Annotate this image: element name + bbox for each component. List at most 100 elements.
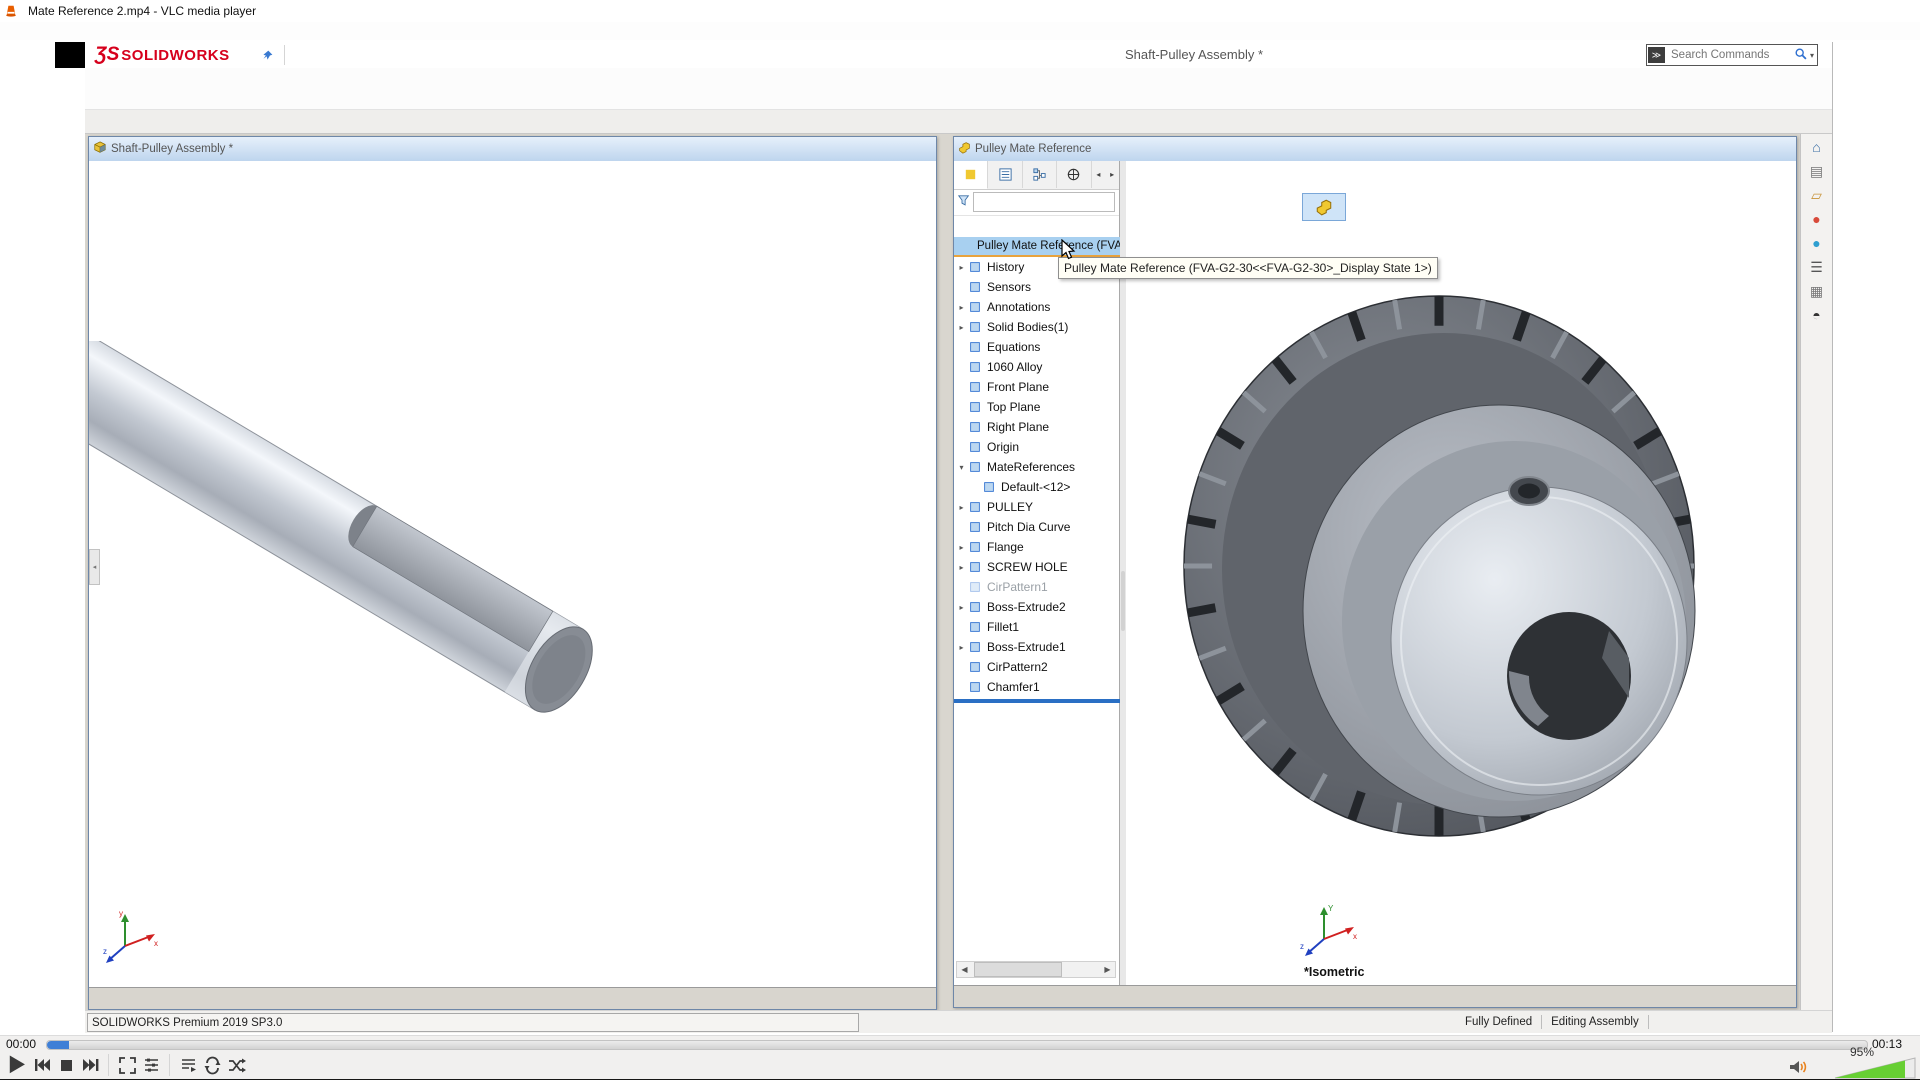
volume-icon[interactable] bbox=[1788, 1058, 1810, 1079]
assembly-doc-icon bbox=[93, 141, 107, 158]
panel-tab-scroll-icon[interactable]: ▸ bbox=[1105, 161, 1119, 188]
time-total: 00:13 bbox=[1872, 1037, 1902, 1051]
video-area[interactable]: ƷSSOLIDWORKS Shaft-Pulley Assembly * ≫ bbox=[0, 40, 1920, 1035]
previous-button[interactable] bbox=[30, 1053, 54, 1077]
tree-item[interactable]: ▸Annotations bbox=[954, 297, 1120, 317]
tree-item[interactable]: ▸ PULLEY bbox=[954, 497, 1120, 517]
left-viewport[interactable]: yxz ◂ bbox=[89, 161, 936, 988]
expand-arrow-icon[interactable]: ▸ bbox=[956, 603, 967, 612]
rollback-bar[interactable] bbox=[954, 699, 1120, 703]
tree-item[interactable]: Top Plane bbox=[954, 397, 1120, 417]
tree-item[interactable]: Sensors bbox=[954, 277, 1120, 297]
tree-item[interactable]: Right Plane bbox=[954, 417, 1120, 437]
playlist-button[interactable] bbox=[176, 1053, 200, 1077]
search-input[interactable] bbox=[1669, 48, 1794, 62]
fillet-icon bbox=[967, 619, 983, 635]
configurationmanager-tab[interactable] bbox=[1023, 161, 1057, 188]
tree-item-label: Chamfer1 bbox=[987, 680, 1040, 694]
assembly-document-window: Shaft-Pulley Assembly * bbox=[88, 136, 937, 1010]
search-icon[interactable] bbox=[1794, 47, 1808, 64]
taskpane-resources-icon[interactable]: ⌂ bbox=[1805, 136, 1829, 158]
search-commands-box[interactable]: ≫ ▾ bbox=[1646, 44, 1818, 66]
taskpane-custom-properties-icon[interactable]: ☰ bbox=[1805, 256, 1829, 278]
right-window-titlebar[interactable]: Pulley Mate Reference bbox=[954, 137, 1796, 162]
panel-hscrollbar[interactable]: ◀▶ bbox=[956, 961, 1116, 978]
taskpane-design-library-icon[interactable]: ▤ bbox=[1805, 160, 1829, 182]
random-button[interactable] bbox=[224, 1053, 248, 1077]
expand-arrow-icon[interactable]: ▸ bbox=[956, 323, 967, 332]
mate-reference-chip[interactable] bbox=[1302, 193, 1346, 221]
taskpane-file-explorer-icon[interactable]: ▱ bbox=[1805, 184, 1829, 206]
featuremanager-tab[interactable] bbox=[954, 161, 988, 189]
propertymanager-tab[interactable] bbox=[988, 161, 1022, 188]
tree-item[interactable]: CirPattern1 bbox=[954, 577, 1120, 597]
taskpane-pack-and-go-icon[interactable]: ▦ bbox=[1805, 280, 1829, 302]
panel-tab-scroll-icon[interactable]: ◂ bbox=[1092, 161, 1106, 188]
shaft-model[interactable] bbox=[89, 341, 749, 901]
expand-arrow-icon[interactable]: ▸ bbox=[956, 643, 967, 652]
filter-input[interactable] bbox=[973, 192, 1115, 212]
tree-item[interactable]: ▾MateReferences bbox=[954, 457, 1120, 477]
tree-item[interactable]: 1060 Alloy bbox=[954, 357, 1120, 377]
loop-button[interactable] bbox=[200, 1053, 224, 1077]
tree-item[interactable]: ▸Solid Bodies(1) bbox=[954, 317, 1120, 337]
tree-item[interactable]: Origin bbox=[954, 437, 1120, 457]
volume-slider[interactable] bbox=[1834, 1056, 1918, 1080]
taskpane-view-palette-icon[interactable]: ● bbox=[1805, 208, 1829, 230]
tree-item[interactable]: ▸Boss-Extrude2 bbox=[954, 597, 1120, 617]
pulley-model[interactable] bbox=[1154, 286, 1794, 866]
seek-bar[interactable] bbox=[46, 1040, 1868, 1050]
extended-settings-button[interactable] bbox=[139, 1053, 163, 1077]
panel-collapse-handle[interactable]: ◂ bbox=[89, 549, 100, 585]
expand-arrow-icon[interactable]: ▾ bbox=[956, 463, 967, 472]
left-window-tabstrip bbox=[89, 987, 936, 1009]
history-icon bbox=[967, 259, 983, 275]
expand-arrow-icon[interactable]: ▸ bbox=[956, 563, 967, 572]
plane-icon bbox=[967, 419, 983, 435]
expand-arrow-icon[interactable]: ▸ bbox=[956, 263, 967, 272]
expand-arrow-icon[interactable]: ▸ bbox=[956, 543, 967, 552]
vlc-menubar bbox=[0, 22, 1920, 41]
hole-icon bbox=[967, 559, 983, 575]
next-button[interactable] bbox=[78, 1053, 102, 1077]
svg-text:z: z bbox=[1300, 942, 1304, 951]
stop-button[interactable] bbox=[54, 1053, 78, 1077]
play-button[interactable] bbox=[6, 1053, 30, 1077]
filter-icon[interactable] bbox=[957, 194, 971, 211]
dimxpertmanager-tab[interactable] bbox=[1057, 161, 1091, 188]
addins-toolbar bbox=[85, 68, 1832, 110]
pin-icon[interactable] bbox=[258, 49, 278, 62]
chamfer-icon bbox=[967, 679, 983, 695]
tree-item-label: CirPattern2 bbox=[987, 660, 1048, 674]
left-window-title: Shaft-Pulley Assembly * bbox=[111, 143, 233, 155]
tree-item[interactable]: Fillet1 bbox=[954, 617, 1120, 637]
tree-item[interactable]: Default-<12> bbox=[954, 477, 1120, 497]
right-viewport[interactable]: Yxz *Isometric bbox=[1126, 161, 1796, 986]
circular-pattern-icon bbox=[967, 579, 983, 595]
tree-item[interactable]: ▸Boss-Extrude1 bbox=[954, 637, 1120, 657]
svg-text:Y: Y bbox=[1328, 904, 1334, 913]
tree-item-label: CirPattern1 bbox=[987, 580, 1048, 594]
mouse-cursor bbox=[1060, 239, 1076, 261]
tree-item-label: PULLEY bbox=[987, 500, 1033, 514]
expand-arrow-icon[interactable]: ▸ bbox=[956, 303, 967, 312]
tree-item[interactable]: Equations bbox=[954, 337, 1120, 357]
tree-item-label: Pitch Dia Curve bbox=[987, 520, 1070, 534]
plane-icon bbox=[967, 399, 983, 415]
tree-item[interactable]: Pitch Dia Curve bbox=[954, 517, 1120, 537]
tree-item-label: Default-<12> bbox=[1001, 480, 1070, 494]
tree-item[interactable]: Front Plane bbox=[954, 377, 1120, 397]
tree-item[interactable]: Chamfer1 bbox=[954, 677, 1120, 697]
part-document-window: Pulley Mate Reference ◂▸ bbox=[953, 136, 1797, 1008]
left-window-titlebar[interactable]: Shaft-Pulley Assembly * bbox=[89, 137, 936, 162]
tree-item[interactable]: ▸Flange bbox=[954, 537, 1120, 557]
taskpane-appearances-icon[interactable]: ● bbox=[1805, 232, 1829, 254]
fullscreen-button[interactable] bbox=[115, 1053, 139, 1077]
taskpane-forum-icon[interactable]: ◓ bbox=[1805, 304, 1829, 326]
vlc-cone-icon bbox=[0, 0, 22, 22]
tree-item[interactable]: CirPattern2 bbox=[954, 657, 1120, 677]
tree-root-item[interactable]: Pulley Mate Reference (FVA- bbox=[954, 237, 1120, 257]
tree-item[interactable]: ▸SCREW HOLE bbox=[954, 557, 1120, 577]
search-caret-icon[interactable]: ▾ bbox=[1810, 51, 1814, 60]
expand-arrow-icon[interactable]: ▸ bbox=[956, 503, 967, 512]
